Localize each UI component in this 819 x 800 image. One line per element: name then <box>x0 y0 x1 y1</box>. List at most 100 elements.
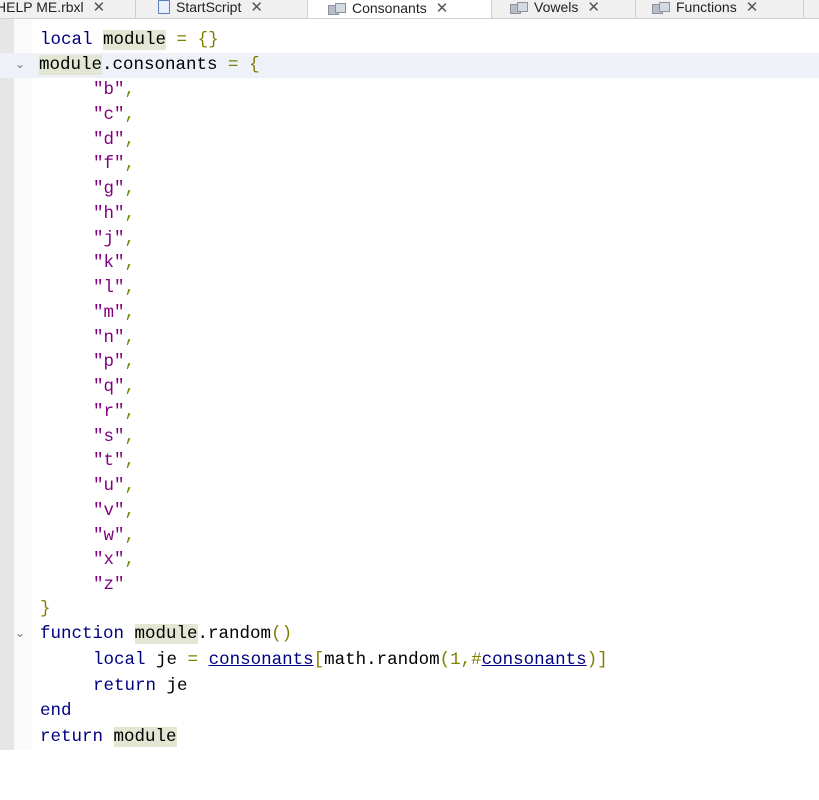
tab-functions[interactable]: Functions ✕ <box>636 0 804 18</box>
comma: , <box>124 327 136 348</box>
comma: , <box>124 278 136 298</box>
string-literal: "w" <box>93 525 125 546</box>
code-line[interactable]: "u", <box>0 474 819 499</box>
code-line-current[interactable]: ⌄ module.consonants = { <box>0 53 819 78</box>
comma: , <box>124 451 136 472</box>
operator: = <box>187 650 199 670</box>
module-script-icon <box>510 1 528 14</box>
close-icon[interactable]: ✕ <box>587 0 600 16</box>
string-literal: "q" <box>93 377 125 397</box>
identifier: je <box>156 676 188 696</box>
field: .consonants <box>102 55 218 75</box>
code-line[interactable]: ⌄ function module.random() <box>0 622 819 647</box>
open-brace: { <box>249 55 260 75</box>
close-bracket: )] <box>586 650 608 670</box>
comma: , <box>124 80 136 100</box>
tab-consonants[interactable]: Consonants ✕ <box>308 0 492 18</box>
code-line[interactable]: local module = {} <box>0 28 819 53</box>
keyword: local <box>40 30 93 50</box>
string-literal: "p" <box>93 352 125 373</box>
function-name: .random <box>197 624 272 644</box>
code-line[interactable]: "z" <box>0 573 819 598</box>
code-line[interactable]: "m", <box>0 301 819 326</box>
keyword: local <box>93 650 146 670</box>
identifier: module <box>113 727 177 747</box>
comma: , <box>124 104 136 125</box>
close-icon[interactable]: ✕ <box>93 0 106 16</box>
tab-label: Functions <box>676 0 737 15</box>
string-literal: "f" <box>93 154 125 175</box>
comma: , <box>124 129 136 150</box>
comma: , <box>124 500 136 521</box>
parens: () <box>271 624 293 644</box>
code-line[interactable]: "t", <box>0 449 819 474</box>
operator: = <box>166 30 198 50</box>
comma: , <box>124 401 136 422</box>
module-script-icon <box>652 1 670 14</box>
string-literal: "z" <box>93 575 125 595</box>
fold-chevron-icon[interactable]: ⌄ <box>13 53 27 78</box>
keyword: end <box>40 701 72 721</box>
code-line[interactable]: "j", <box>0 227 819 252</box>
code-line[interactable]: "l", <box>0 276 819 301</box>
code-line[interactable]: "p", <box>0 350 819 375</box>
comma: , <box>124 352 136 373</box>
code-line[interactable]: local je = consonants[math.random(1,#con… <box>0 648 819 673</box>
close-icon[interactable]: ✕ <box>746 0 759 16</box>
module-script-icon <box>328 2 346 15</box>
identifier: je <box>145 650 188 670</box>
tab-help-me-rbxl[interactable]: HELP ME.rbxl ✕ <box>0 0 136 18</box>
code-line[interactable]: "c", <box>0 103 819 128</box>
code-line[interactable]: "r", <box>0 400 819 425</box>
close-icon[interactable]: ✕ <box>436 0 449 17</box>
undefined-reference: consonants <box>208 650 314 670</box>
code-line[interactable]: "b", <box>0 78 819 103</box>
code-line[interactable]: "s", <box>0 425 819 450</box>
operator: = <box>217 55 250 75</box>
identifier: module <box>39 55 103 75</box>
string-literal: "g" <box>93 179 125 199</box>
code-line[interactable]: } <box>0 597 819 622</box>
comma: , <box>124 179 136 199</box>
code-line[interactable]: "w", <box>0 524 819 549</box>
code-line[interactable]: "f", <box>0 152 819 177</box>
code-line[interactable]: "v", <box>0 499 819 524</box>
undefined-reference: consonants <box>481 650 587 670</box>
close-icon[interactable]: ✕ <box>250 0 263 16</box>
string-literal: "n" <box>93 327 125 348</box>
tab-label: StartScript <box>176 0 242 15</box>
string-literal: "v" <box>93 500 125 521</box>
tab-vowels[interactable]: Vowels ✕ <box>492 0 636 18</box>
comma: , <box>124 302 136 323</box>
comma: , <box>124 203 136 224</box>
string-literal: "j" <box>93 228 125 249</box>
string-literal: "m" <box>93 302 125 323</box>
code-line[interactable]: end <box>0 699 819 724</box>
open-bracket: [ <box>313 650 325 670</box>
fold-chevron-icon[interactable]: ⌄ <box>13 622 27 647</box>
string-literal: "u" <box>93 476 125 496</box>
keyword: function <box>40 624 125 644</box>
string-literal: "b" <box>93 80 125 100</box>
code-line[interactable]: "n", <box>0 326 819 351</box>
comma: , <box>124 525 136 546</box>
tab-label: Consonants <box>352 0 427 16</box>
tab-startscript[interactable]: StartScript ✕ <box>140 0 308 18</box>
string-literal: "c" <box>93 104 125 125</box>
code-line[interactable]: return je <box>0 674 819 699</box>
code-line[interactable]: "k", <box>0 251 819 276</box>
code-line[interactable]: "h", <box>0 202 819 227</box>
keyword: return <box>40 727 104 747</box>
comma: , <box>124 253 136 274</box>
code-line[interactable]: "g", <box>0 177 819 202</box>
code-line[interactable]: "x", <box>0 548 819 573</box>
comma: , <box>124 426 136 447</box>
comma: , <box>124 550 136 571</box>
string-literal: "t" <box>93 451 125 472</box>
code-line[interactable]: "q", <box>0 375 819 400</box>
code-line[interactable]: return module <box>0 725 819 750</box>
string-literal: "x" <box>93 550 125 571</box>
string-literal: "d" <box>93 129 125 150</box>
code-line[interactable]: "d", <box>0 128 819 153</box>
identifier: module <box>103 30 167 50</box>
